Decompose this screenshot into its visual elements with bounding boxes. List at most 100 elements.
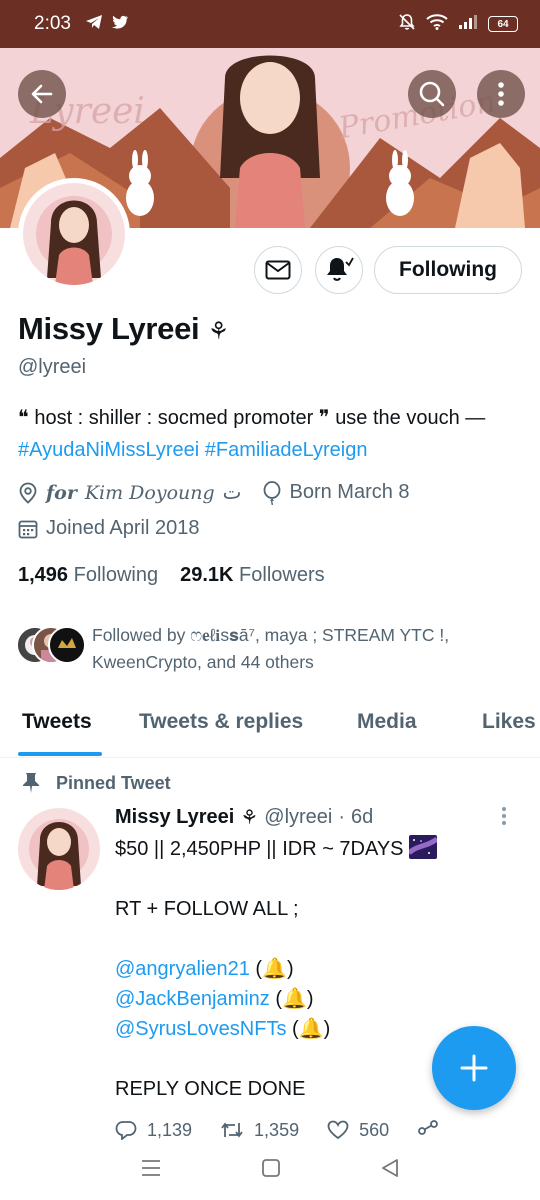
twitter-icon <box>111 14 129 35</box>
reply-count: 1,139 <box>147 1119 193 1140</box>
following-count-link[interactable]: 1,496 Following <box>18 564 158 587</box>
tweet-time: 6d <box>351 806 374 828</box>
pinned-tweet-label: Pinned Tweet <box>56 772 171 793</box>
tweet-separator: · <box>338 806 346 828</box>
profile-name-text: Missy Lyreei <box>18 311 200 346</box>
recent-apps-button[interactable] <box>140 1158 162 1183</box>
retweet-button[interactable]: 1,359 <box>220 1118 299 1142</box>
telegram-icon <box>85 14 103 35</box>
profile-name: Missy Lyreei ⚘ <box>18 311 229 347</box>
bell-muted-icon <box>398 13 416 36</box>
reply-button[interactable]: 1,139 <box>115 1118 192 1142</box>
joined-text: Joined April 2018 <box>46 517 200 539</box>
like-button[interactable]: 560 <box>327 1118 389 1142</box>
share-button[interactable] <box>417 1118 439 1142</box>
location-icon <box>19 482 37 504</box>
status-bar: 2:03 64 <box>0 0 540 48</box>
mail-icon <box>265 260 291 280</box>
profile-bio: ❝ host : shiller : socmed promoter ❞ use… <box>18 402 523 466</box>
followers-label: Followers <box>239 564 325 586</box>
triangle-back-icon <box>382 1158 399 1177</box>
status-time: 2:03 <box>34 13 71 34</box>
followed-by-line-2: KweenCrypto, and 44 others <box>92 652 314 672</box>
followers-count: 29.1K <box>180 564 234 586</box>
follow-counts: 1,496 Following 29.1K Followers <box>18 564 325 587</box>
compose-tweet-button[interactable] <box>432 1026 516 1110</box>
following-label: Following <box>73 564 159 586</box>
back-button[interactable] <box>18 70 66 118</box>
profile-tabs: Tweets Tweets & replies Media Likes <box>0 690 540 758</box>
arrow-left-icon <box>31 84 53 104</box>
wifi-icon <box>426 13 448 35</box>
tweet-line-2: RT + FOLLOW ALL ; <box>115 898 299 920</box>
tweet-author-avatar[interactable] <box>18 808 100 890</box>
heart-icon <box>327 1120 349 1140</box>
mention-suffix-2: (🔔) <box>269 988 314 1010</box>
hashtag-link-1[interactable]: #AyudaNiMissLyreei <box>18 439 199 461</box>
mention-suffix-3: (🔔) <box>286 1018 331 1040</box>
profile-avatar[interactable] <box>18 178 130 290</box>
location-name: Kim Doyoung <box>84 481 215 504</box>
pinned-label: Pinned Tweet <box>22 772 171 794</box>
menu-lines-icon <box>141 1159 160 1176</box>
like-count: 560 <box>359 1119 390 1140</box>
tab-likes[interactable]: Likes <box>482 710 536 734</box>
message-button[interactable] <box>254 246 302 294</box>
tweet-line-1: $50 || 2,450PHP || IDR ~ 7DAYS <box>115 838 404 860</box>
following-count: 1,496 <box>18 564 69 586</box>
tweet-author-name[interactable]: Missy Lyreei <box>115 806 234 829</box>
tab-media[interactable]: Media <box>357 710 417 734</box>
more-options-button[interactable] <box>477 70 525 118</box>
square-icon <box>262 1158 280 1177</box>
retweet-count: 1,359 <box>254 1119 300 1140</box>
followers-count-link[interactable]: 29.1K Followers <box>180 564 325 587</box>
share-icon <box>418 1120 439 1135</box>
tweet-actions: 1,139 1,359 560 <box>115 1118 465 1142</box>
rose-emoji: ⚘ <box>207 318 230 345</box>
bio-text: ❝ host : shiller : socmed promoter ❞ use… <box>18 407 486 429</box>
tab-tweets-replies[interactable]: Tweets & replies <box>139 710 303 734</box>
followed-by-avatars <box>16 624 90 664</box>
hashtag-link-2[interactable]: #FamiliadeLyreign <box>205 439 368 461</box>
location-suffix: ت <box>222 482 242 504</box>
followed-by-line-1: Followed by ෆ𝐞ℓ𝐢ѕ𝐬ā⁷, maya ; STREAM YTC … <box>92 625 450 645</box>
tweet-mention-row: @JackBenjaminz (🔔) <box>115 984 525 1014</box>
active-tab-indicator <box>18 752 102 756</box>
mention-link-1[interactable]: @angryalien21 <box>115 958 250 980</box>
birthday-text: Born March 8 <box>289 481 410 503</box>
system-nav-bar <box>0 1140 540 1200</box>
profile-meta-row-2: Joined April 2018 <box>18 517 199 540</box>
location-for: for <box>46 481 77 504</box>
retweet-icon <box>221 1122 243 1138</box>
reply-icon <box>115 1121 137 1140</box>
follower-avatar <box>48 626 86 664</box>
back-nav-button[interactable] <box>380 1158 400 1183</box>
bell-subscribed-icon <box>327 257 354 281</box>
tweet-line: $50 || 2,450PHP || IDR ~ 7DAYS <box>115 834 525 864</box>
pin-icon <box>23 773 39 793</box>
milky-way-emoji-icon <box>407 835 439 859</box>
plus-icon <box>460 1054 488 1082</box>
tweet-more-button[interactable] <box>500 806 508 831</box>
home-button[interactable] <box>261 1158 281 1183</box>
followed-by-text: Followed by ෆ𝐞ℓ𝐢ѕ𝐬ā⁷, maya ; STREAM YTC … <box>92 622 449 676</box>
tweet-author-handle[interactable]: @lyreei <box>264 806 332 829</box>
notifications-button[interactable] <box>315 246 363 294</box>
profile-meta-row-1: for Kim Doyoung ت Born March 8 <box>18 480 410 505</box>
more-vertical-icon <box>502 807 506 825</box>
following-button[interactable]: Following <box>374 246 522 294</box>
balloon-icon <box>263 480 280 505</box>
tab-tweets[interactable]: Tweets <box>22 710 92 734</box>
tweet-author-emoji: ⚘ <box>240 807 259 829</box>
mention-suffix-1: (🔔) <box>249 958 294 980</box>
calendar-icon <box>18 520 38 538</box>
signal-icon <box>458 14 478 35</box>
more-vertical-icon <box>498 82 504 106</box>
search-button[interactable] <box>408 70 456 118</box>
battery-indicator: 64 <box>488 16 518 32</box>
tweet-mention-row: @angryalien21 (🔔) <box>115 954 525 984</box>
search-icon <box>419 81 445 107</box>
mention-link-3[interactable]: @SyrusLovesNFTs <box>115 1018 286 1040</box>
mention-link-2[interactable]: @JackBenjaminz <box>115 988 270 1010</box>
followed-by[interactable]: Followed by ෆ𝐞ℓ𝐢ѕ𝐬ā⁷, maya ; STREAM YTC … <box>16 624 536 676</box>
